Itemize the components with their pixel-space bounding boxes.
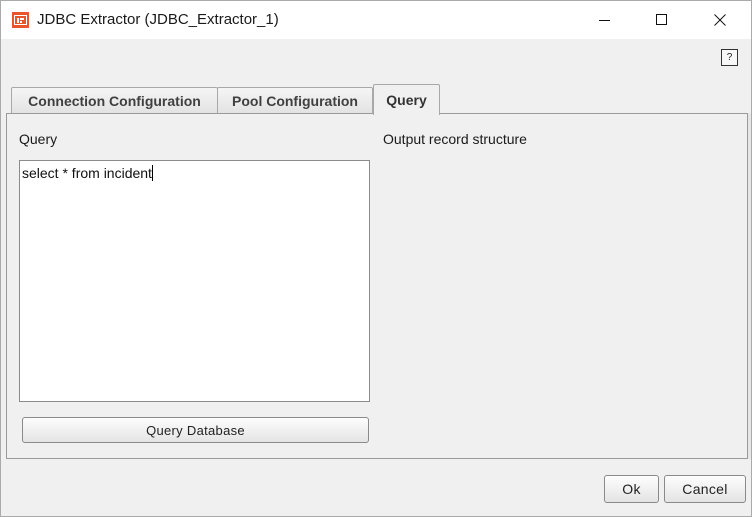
help-button[interactable]: ? xyxy=(721,49,738,66)
cancel-button[interactable]: Cancel xyxy=(664,475,746,503)
app-icon xyxy=(12,12,29,28)
title-bar[interactable]: JDBC Extractor (JDBC_Extractor_1) xyxy=(1,1,751,39)
text-caret xyxy=(151,165,153,181)
maximize-button[interactable] xyxy=(633,1,691,39)
tab-query[interactable]: Query xyxy=(373,84,440,115)
dialog-window: JDBC Extractor (JDBC_Extractor_1) ? Conn… xyxy=(0,0,752,517)
ok-button[interactable]: Ok xyxy=(604,475,659,503)
query-textarea[interactable]: select * from incident xyxy=(19,160,370,402)
minimize-button[interactable] xyxy=(576,1,634,39)
tab-connection-configuration[interactable]: Connection Configuration xyxy=(11,87,218,114)
query-database-button[interactable]: Query Database xyxy=(22,417,369,443)
minimize-icon xyxy=(599,20,610,21)
tab-pool-configuration[interactable]: Pool Configuration xyxy=(217,87,373,114)
output-record-structure-label: Output record structure xyxy=(383,131,527,147)
close-button[interactable] xyxy=(691,1,749,39)
maximize-icon xyxy=(656,14,667,25)
panel-divider xyxy=(748,113,751,459)
query-text: select * from incident xyxy=(22,165,152,181)
query-label: Query xyxy=(19,131,58,147)
close-icon xyxy=(714,14,726,26)
window-title: JDBC Extractor (JDBC_Extractor_1) xyxy=(37,11,279,28)
